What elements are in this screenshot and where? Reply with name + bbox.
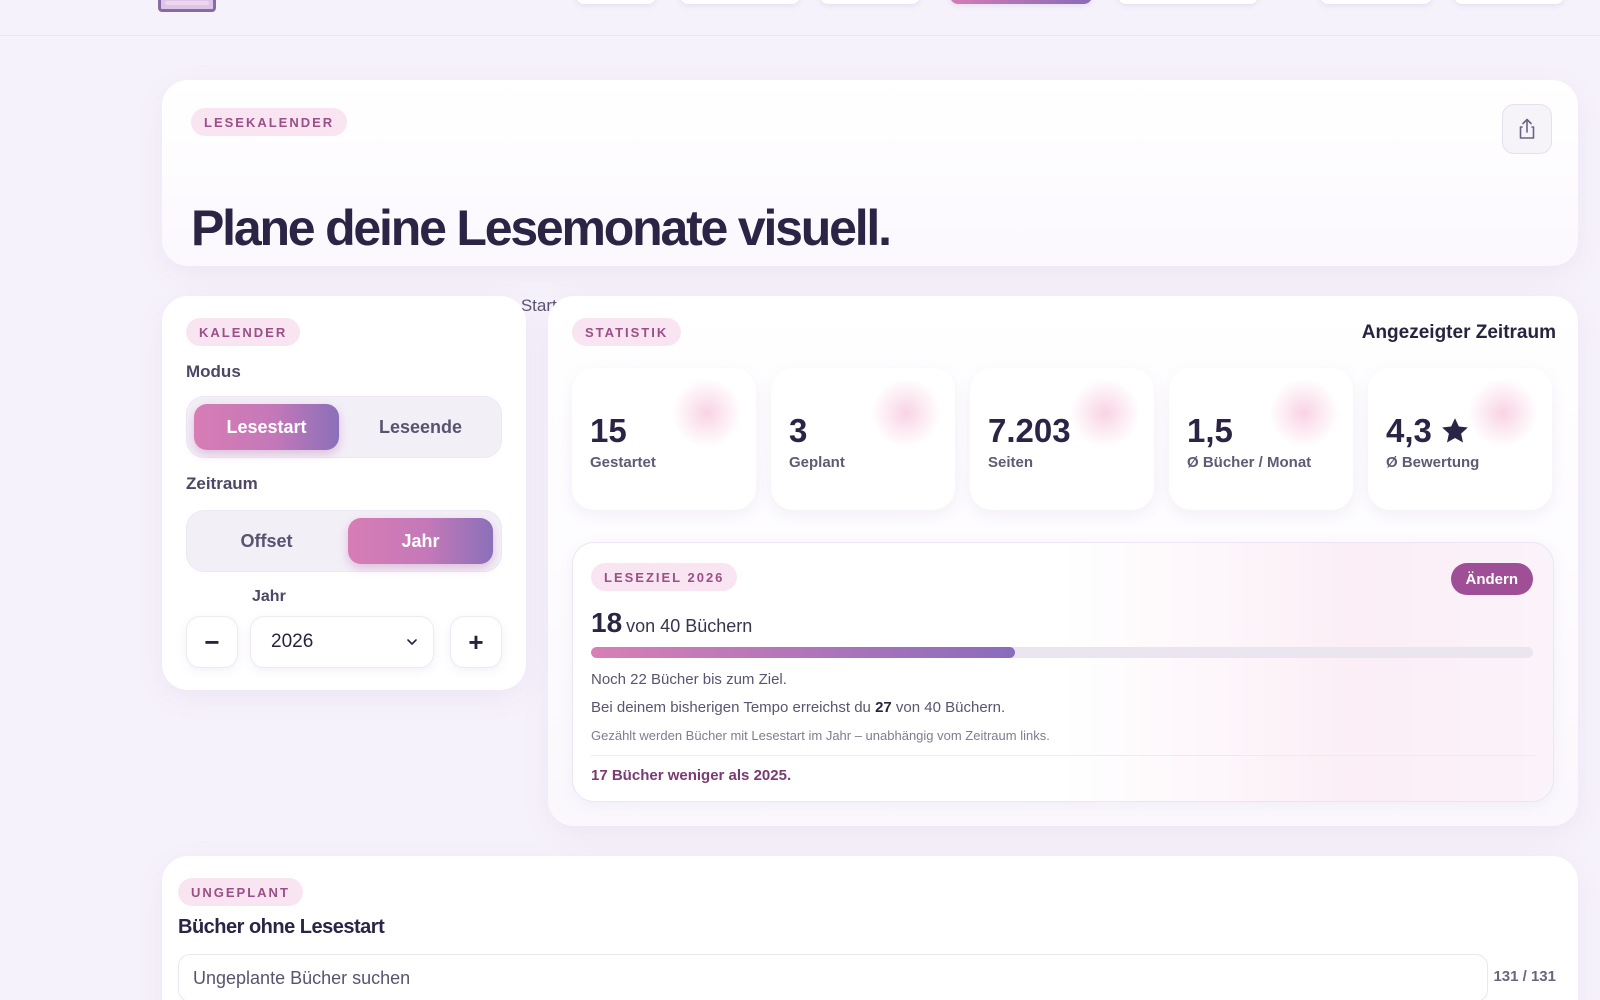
range-title: Angezeigter Zeitraum bbox=[1361, 322, 1556, 343]
nav-item-7[interactable] bbox=[1454, 0, 1564, 4]
calendar-badge: KALENDER bbox=[186, 318, 301, 346]
share-icon bbox=[1519, 118, 1535, 139]
mode-label: Modus bbox=[186, 362, 241, 381]
nav-item-active[interactable] bbox=[950, 0, 1092, 4]
kpi-label: Geplant bbox=[789, 454, 845, 471]
goal-progress-bar bbox=[591, 647, 1533, 658]
mode-toggle: Lesestart Leseende bbox=[186, 396, 502, 458]
kpi-value: 7.203 bbox=[988, 412, 1071, 449]
divider bbox=[591, 755, 1535, 756]
change-goal-button[interactable]: Ändern bbox=[1450, 563, 1533, 595]
kpi-label: Ø Bewertung bbox=[1386, 454, 1480, 471]
kpi-rating: 4,3 Ø Bewertung bbox=[1368, 368, 1552, 510]
kpi-label: Gestartet bbox=[590, 454, 656, 471]
year-label: Jahr bbox=[252, 588, 286, 605]
range-option-offset[interactable]: Offset bbox=[194, 518, 339, 564]
kpi-value: 15 bbox=[590, 412, 627, 449]
nav-item-3[interactable] bbox=[820, 0, 920, 4]
goal-pace: Bei deinem bisherigen Tempo erreichst du… bbox=[591, 699, 1005, 716]
goal-current: 18 bbox=[591, 607, 623, 638]
goal-note: Gezählt werden Bücher mit Lesestart im J… bbox=[591, 728, 1050, 743]
goal-progress-fill bbox=[591, 647, 1015, 658]
unplanned-books-card: UNGEPLANT Bücher ohne Lesestart 131 / 13… bbox=[162, 856, 1578, 1000]
goal-pace-value: 27 bbox=[875, 699, 892, 716]
range-option-jahr[interactable]: Jahr bbox=[348, 518, 493, 564]
hero-badge: LESEKALENDER bbox=[191, 108, 348, 136]
hero-card: LESEKALENDER Plane deine Lesemonate visu… bbox=[162, 80, 1578, 315]
kpi-value: 3 bbox=[789, 412, 808, 449]
year-value: 2026 bbox=[271, 631, 314, 652]
kpi-started: 15 Gestartet bbox=[572, 368, 756, 510]
range-toggle: Offset Jahr bbox=[186, 510, 502, 572]
kpi-planned: 3 Geplant bbox=[771, 368, 955, 510]
statistics-badge: STATISTIK bbox=[572, 318, 682, 346]
unplanned-count: 131 / 131 bbox=[1493, 968, 1556, 985]
kpi-books-per-month: 1,5 Ø Bücher / Monat bbox=[1169, 368, 1353, 510]
mode-option-leseende[interactable]: Leseende bbox=[348, 404, 493, 450]
kpi-label: Ø Bücher / Monat bbox=[1187, 454, 1312, 471]
unplanned-search-input[interactable] bbox=[178, 954, 1488, 1000]
goal-comparison: 17 Bücher weniger als 2025. bbox=[591, 767, 792, 784]
reading-goal-card: LESEZIEL 2026 Ändern 18 von 40 Büchern No… bbox=[572, 542, 1554, 802]
unplanned-badge: UNGEPLANT bbox=[178, 878, 303, 906]
kpi-pages: 7.203 Seiten bbox=[970, 368, 1154, 510]
kpi-rating-value: 4,3 bbox=[1386, 412, 1470, 450]
top-navigation bbox=[0, 0, 1600, 36]
goal-pace-suffix: von 40 Büchern. bbox=[895, 699, 1006, 716]
nav-item-1[interactable] bbox=[576, 0, 656, 4]
goal-progress-text: 18 von 40 Büchern bbox=[591, 607, 752, 639]
chevron-down-icon bbox=[407, 639, 417, 645]
mode-option-lesestart[interactable]: Lesestart bbox=[194, 404, 339, 450]
year-select[interactable]: 2026 bbox=[250, 616, 434, 668]
kpi-value: 4,3 bbox=[1386, 412, 1432, 449]
kpi-value: 1,5 bbox=[1187, 412, 1233, 449]
unplanned-title: Bücher ohne Lesestart bbox=[178, 916, 385, 938]
goal-of-text: von 40 Büchern bbox=[626, 616, 753, 636]
goal-pace-prefix: Bei deinem bisherigen Tempo erreichst du bbox=[591, 699, 871, 716]
calendar-settings-card: KALENDER Modus Lesestart Leseende Zeitra… bbox=[162, 296, 526, 690]
goal-remaining: Noch 22 Bücher bis zum Ziel. bbox=[591, 671, 787, 688]
page-title: Plane deine Lesemonate visuell. bbox=[191, 200, 892, 256]
nav-item-2[interactable] bbox=[680, 0, 800, 4]
range-label: Zeitraum bbox=[186, 474, 258, 493]
nav-item-5[interactable] bbox=[1118, 0, 1258, 4]
statistics-card: STATISTIK Angezeigter Zeitraum 15 Gestar… bbox=[548, 296, 1578, 826]
goal-badge: LESEZIEL 2026 bbox=[591, 563, 738, 591]
star-icon bbox=[1442, 418, 1468, 443]
kpi-label: Seiten bbox=[988, 454, 1034, 471]
app-logo-icon[interactable] bbox=[158, 0, 216, 12]
share-button[interactable] bbox=[1502, 104, 1552, 154]
nav-item-6[interactable] bbox=[1320, 0, 1432, 4]
year-increment-button[interactable]: + bbox=[450, 616, 502, 668]
year-decrement-button[interactable]: − bbox=[186, 616, 238, 668]
